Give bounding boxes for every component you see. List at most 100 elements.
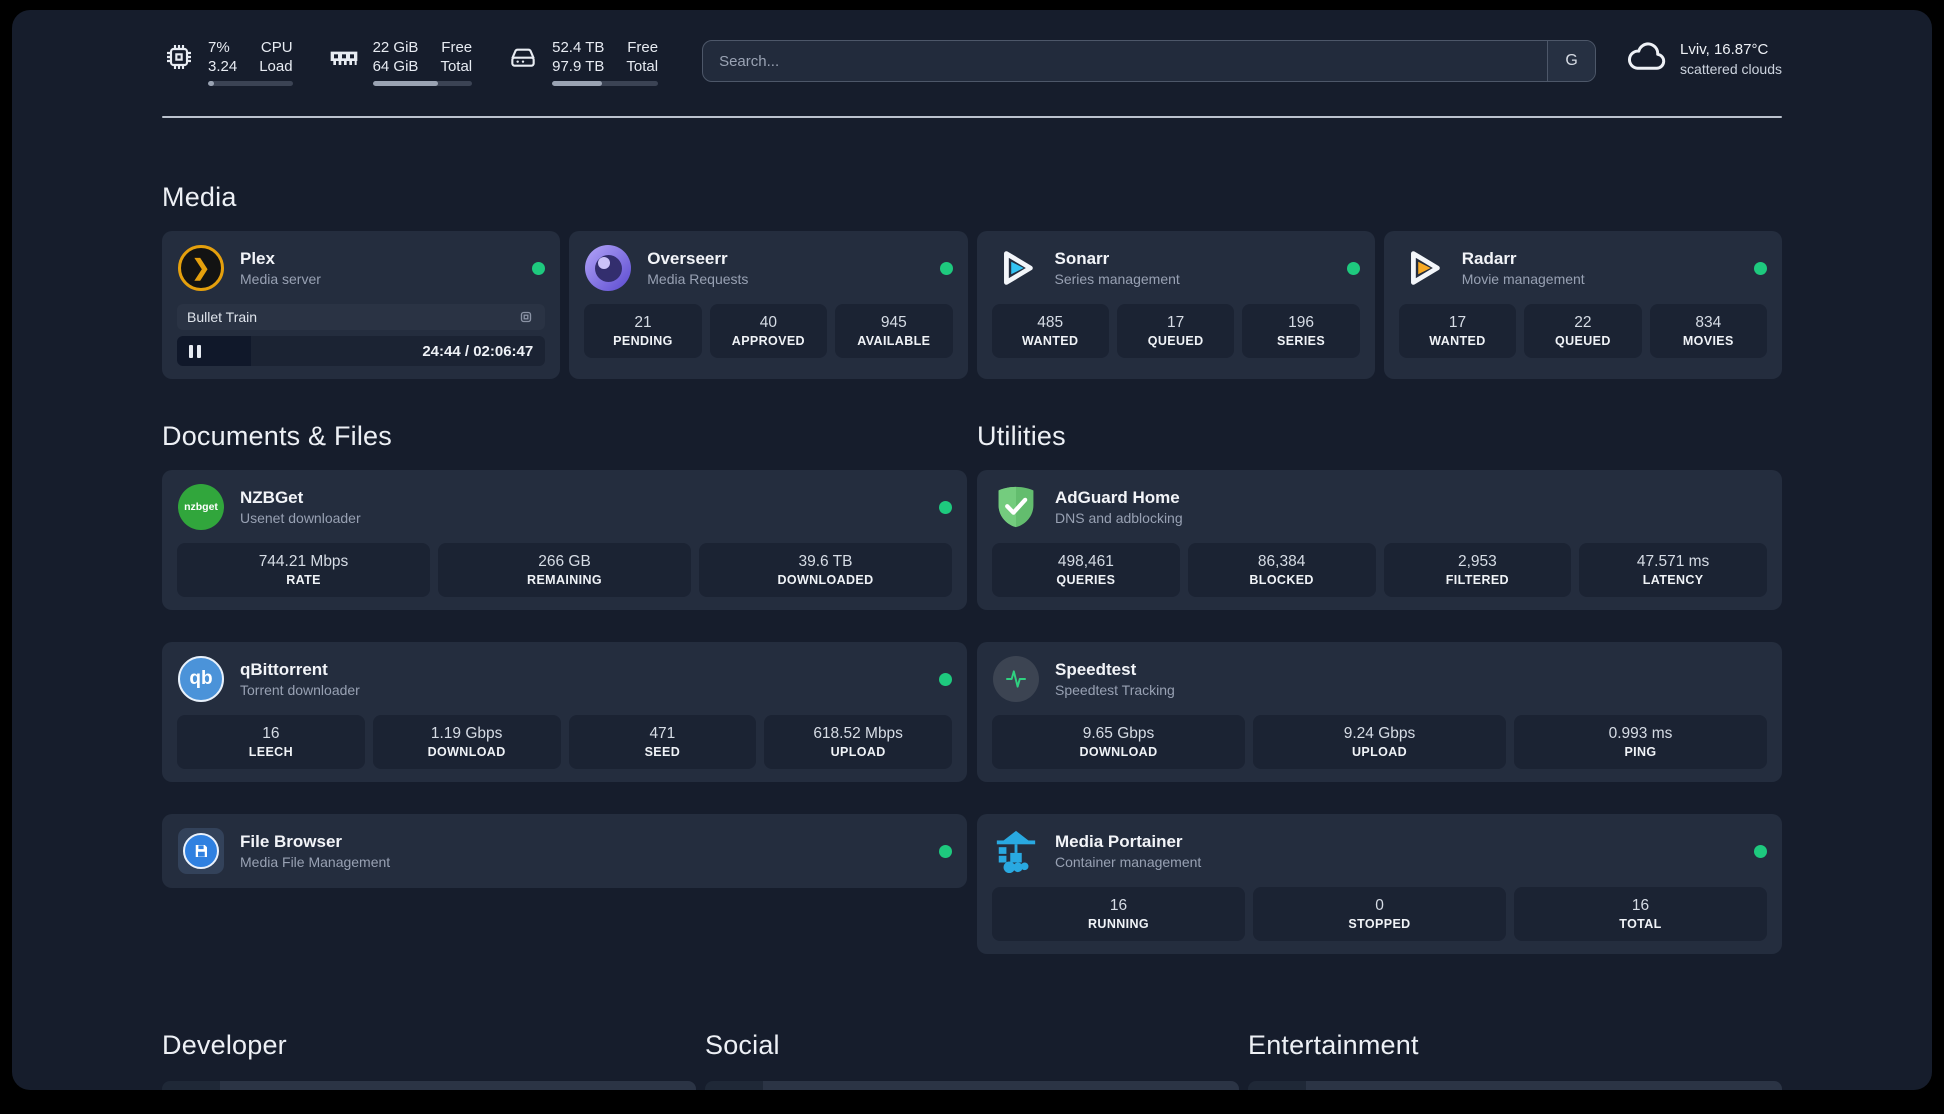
radarr-icon bbox=[1399, 244, 1447, 292]
memory-progress-track bbox=[372, 81, 473, 86]
service-card-adguard[interactable]: AdGuard Home DNS and adblocking 498,461 … bbox=[977, 470, 1782, 610]
service-card-plex[interactable]: Plex Media server Bullet Train bbox=[162, 231, 561, 379]
service-card-qbittorrent[interactable]: qb qBittorrent Torrent downloader 16 LEE… bbox=[162, 642, 967, 782]
cpu-load-value: 3.24 bbox=[208, 58, 238, 75]
memory-widget: 22 GiB 64 GiB Free Total bbox=[327, 38, 473, 86]
memory-total-label: Total bbox=[440, 58, 473, 75]
overseerr-icon bbox=[585, 245, 632, 291]
stat-available: 945 AVAILABLE bbox=[835, 304, 953, 358]
status-dot bbox=[1754, 261, 1767, 275]
service-description: Media server bbox=[240, 271, 321, 287]
stat-seed: 471 SEED bbox=[568, 715, 757, 769]
service-card-filebrowser[interactable]: File Browser Media File Management bbox=[162, 814, 967, 888]
plex-icon bbox=[178, 245, 224, 291]
stat-running: 16 RUNNING bbox=[992, 887, 1245, 941]
search-input[interactable] bbox=[703, 41, 1548, 81]
stat-download: 9.65 Gbps DOWNLOAD bbox=[992, 715, 1245, 769]
memory-progress-fill bbox=[372, 81, 439, 86]
status-dot bbox=[1346, 261, 1360, 275]
bookmark-abbr: YT bbox=[1248, 1081, 1306, 1090]
playback-progress-bar[interactable]: 24:44 / 02:06:47 bbox=[177, 336, 546, 366]
cpu-progress-fill bbox=[208, 81, 214, 86]
service-name: NZBGet bbox=[240, 488, 304, 507]
cpu-progress-track bbox=[208, 81, 293, 86]
cpu-icon bbox=[162, 40, 196, 74]
bookmark-group-entertainment: Entertainment YT YouTube youtube.com NF … bbox=[1248, 1030, 1782, 1090]
stat-wanted: 485 WANTED bbox=[991, 304, 1109, 358]
section-title-entertainment: Entertainment bbox=[1248, 1030, 1419, 1060]
bookmark-abbr: LI bbox=[705, 1081, 763, 1090]
service-description: Torrent downloader bbox=[240, 682, 360, 698]
service-name: Media Portainer bbox=[1055, 832, 1183, 851]
service-name: Sonarr bbox=[1054, 249, 1110, 268]
service-name: qBittorrent bbox=[240, 660, 328, 679]
status-dot bbox=[939, 261, 953, 275]
service-description: Media Requests bbox=[647, 271, 749, 287]
cpu-usage: 7% bbox=[208, 39, 230, 56]
plex-now-playing: Bullet Train 24:44 / 02:06:47 bbox=[177, 304, 546, 366]
filebrowser-icon bbox=[178, 828, 224, 874]
service-card-overseerr[interactable]: Overseerr Media Requests 21 PENDING 40 A… bbox=[569, 231, 968, 379]
bookmark-github[interactable]: GH Github github.com bbox=[162, 1081, 696, 1090]
memory-icon bbox=[327, 40, 361, 74]
service-description: Usenet downloader bbox=[240, 510, 361, 526]
service-card-nzbget[interactable]: nzbget NZBGet Usenet downloader 744.21 M… bbox=[162, 470, 967, 610]
adguard-icon bbox=[992, 483, 1040, 531]
bookmark-youtube[interactable]: YT YouTube youtube.com bbox=[1248, 1081, 1782, 1090]
service-card-radarr[interactable]: Radarr Movie management 17 WANTED 22 QUE… bbox=[1383, 231, 1782, 379]
cpu-load-label: Load bbox=[259, 58, 293, 75]
status-dot bbox=[1754, 844, 1767, 858]
header-divider bbox=[162, 116, 1782, 118]
stat-pending: 21 PENDING bbox=[584, 304, 702, 358]
status-dot bbox=[532, 261, 546, 275]
disk-progress-track bbox=[552, 81, 659, 86]
stat-queued: 17 QUEUED bbox=[1116, 304, 1235, 358]
section-title-documents: Documents & Files bbox=[162, 421, 392, 451]
section-title-social: Social bbox=[705, 1030, 780, 1060]
transcode-chip-icon bbox=[517, 308, 535, 326]
stat-latency: 47.571 ms LATENCY bbox=[1579, 543, 1767, 597]
status-dot bbox=[939, 672, 952, 686]
service-card-sonarr[interactable]: Sonarr Series management 485 WANTED 17 Q… bbox=[976, 231, 1375, 379]
bookmark-group-social: Social LI LinkedIn linkedin.com TW Twitt… bbox=[705, 1030, 1239, 1090]
now-playing-title: Bullet Train bbox=[187, 309, 258, 325]
stat-upload: 9.24 Gbps UPLOAD bbox=[1253, 715, 1506, 769]
service-description: Series management bbox=[1054, 271, 1180, 287]
service-name: File Browser bbox=[240, 832, 343, 851]
bookmark-linkedin[interactable]: LI LinkedIn linkedin.com bbox=[705, 1081, 1239, 1090]
stat-queued: 22 QUEUED bbox=[1524, 304, 1642, 358]
pause-icon[interactable] bbox=[189, 344, 201, 358]
weather-location: Lviv, 16.87°C bbox=[1680, 40, 1769, 58]
qbittorrent-icon: qb bbox=[178, 656, 224, 702]
sonarr-icon bbox=[992, 244, 1040, 292]
stat-total: 16 TOTAL bbox=[1514, 887, 1767, 941]
weather-widget[interactable]: Lviv, 16.87°C scattered clouds bbox=[1626, 39, 1782, 78]
service-name: AdGuard Home bbox=[1055, 488, 1180, 507]
search-engine-button[interactable]: G bbox=[1547, 41, 1596, 81]
section-title-developer: Developer bbox=[162, 1030, 287, 1060]
cloud-icon bbox=[1626, 39, 1668, 78]
stat-series: 196 SERIES bbox=[1242, 304, 1360, 358]
section-title-media: Media bbox=[162, 182, 237, 212]
service-card-portainer[interactable]: Media Portainer Container management 16 … bbox=[977, 814, 1782, 954]
memory-total-value: 64 GiB bbox=[372, 58, 419, 75]
utilities-column: Utilities AdGuard Home DNS and adblockin… bbox=[977, 421, 1782, 954]
service-description: Speedtest Tracking bbox=[1055, 682, 1175, 698]
disk-widget: 52.4 TB 97.9 TB Free Total bbox=[506, 38, 659, 86]
memory-free-value: 22 GiB bbox=[372, 39, 419, 56]
cpu-widget: 7% 3.24 CPU Load bbox=[162, 38, 293, 86]
disk-free-label: Free bbox=[627, 39, 659, 56]
stat-queries: 498,461 QUERIES bbox=[992, 543, 1180, 597]
disk-total-label: Total bbox=[626, 58, 659, 75]
disk-total-value: 97.9 TB bbox=[552, 58, 605, 75]
service-description: Media File Management bbox=[240, 854, 391, 870]
memory-free-label: Free bbox=[441, 39, 473, 56]
weather-condition: scattered clouds bbox=[1680, 60, 1782, 77]
speedtest-icon bbox=[993, 656, 1039, 702]
stat-rate: 744.21 Mbps RATE bbox=[177, 543, 430, 597]
disk-free-value: 52.4 TB bbox=[552, 39, 605, 56]
disk-progress-fill bbox=[552, 81, 602, 86]
status-dot bbox=[939, 844, 952, 858]
service-description: Movie management bbox=[1461, 271, 1585, 287]
service-card-speedtest[interactable]: Speedtest Speedtest Tracking 9.65 Gbps D… bbox=[977, 642, 1782, 782]
